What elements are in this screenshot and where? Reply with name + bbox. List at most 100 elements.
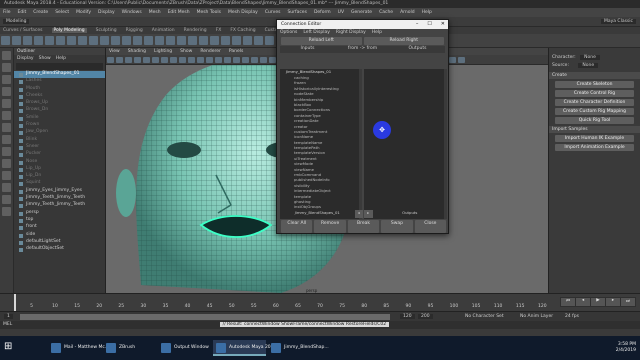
attribute-item[interactable]: instObjGroups [280, 204, 362, 209]
shelf-tool-icon[interactable] [155, 36, 164, 45]
hik-section-header[interactable]: Create [549, 72, 640, 79]
viewport-tool-icon[interactable] [143, 57, 150, 63]
shelf-tab-poly-modeling[interactable]: Poly Modeling [51, 28, 87, 33]
shelf-tool-icon[interactable] [177, 36, 186, 45]
range-start-field[interactable]: 1 [4, 314, 13, 319]
shelf-tool-icon[interactable] [45, 36, 54, 45]
script-language-label[interactable]: MEL [3, 322, 12, 327]
shelf-tool-icon[interactable] [265, 36, 274, 45]
menu-display[interactable]: Display [98, 10, 115, 15]
tool-icon[interactable] [2, 159, 11, 168]
shelf-tool-icon[interactable] [232, 36, 241, 45]
viewport-menu-item[interactable]: Renderer [200, 49, 221, 54]
menu-select[interactable]: Select [55, 10, 69, 15]
viewport-tool-icon[interactable] [269, 57, 276, 63]
tool-icon[interactable] [2, 99, 11, 108]
connection-clear-all-button[interactable]: Clear All [281, 220, 313, 233]
viewport-tool-icon[interactable] [170, 57, 177, 63]
viewport-tool-icon[interactable] [215, 57, 222, 63]
command-line[interactable]: MEL // Result: connectWindow ShowFrame/c… [0, 321, 640, 329]
shelf-tool-icon[interactable] [188, 36, 197, 45]
hik-button-quick-rig-tool[interactable]: Quick Rig Tool [555, 117, 634, 124]
taskbar-item[interactable]: Output Window [158, 340, 211, 356]
start-icon[interactable]: ⊞ [4, 341, 12, 352]
shelf-tool-icon[interactable] [210, 36, 219, 45]
viewport-tool-icon[interactable] [116, 57, 123, 63]
tool-icon[interactable] [2, 63, 11, 72]
hik-button-create-character-definition[interactable]: Create Character Definition [555, 99, 634, 106]
viewport-tool-icon[interactable] [197, 57, 204, 63]
taskbar-item[interactable]: Jimmy_BlendShap... [268, 340, 329, 356]
shelf-tool-icon[interactable] [78, 36, 87, 45]
left-list-scrollbar[interactable] [359, 69, 362, 219]
character-set-dropdown[interactable]: No Character Set [465, 314, 504, 319]
connection-editor-titlebar[interactable]: Connection Editor – ☐ ✕ [277, 20, 448, 29]
menu-mesh[interactable]: Mesh [149, 10, 161, 15]
tool-icon[interactable] [2, 75, 11, 84]
outliner-menu-item[interactable]: Show [39, 56, 51, 61]
shelf-tab-fx[interactable]: FX [216, 28, 222, 33]
mode-header[interactable]: from -> from [335, 46, 390, 53]
shelf-tool-icon[interactable] [144, 36, 153, 45]
arrow-left-icon[interactable]: ◂ [354, 210, 363, 218]
arrow-right-icon[interactable]: ▸ [364, 210, 373, 218]
viewport-tool-icon[interactable] [134, 57, 141, 63]
menu-edit[interactable]: Edit [18, 10, 27, 15]
reload-left-button[interactable]: Reload Left [281, 37, 362, 45]
fast-forward-icon[interactable]: ⏭ [621, 298, 635, 306]
tool-icon[interactable] [2, 147, 11, 156]
shelf-tool-icon[interactable] [23, 36, 32, 45]
minimize-icon[interactable]: – [416, 21, 419, 27]
close-icon[interactable]: ✕ [441, 21, 445, 27]
menu-file[interactable]: File [3, 10, 11, 15]
viewport-tool-icon[interactable] [206, 57, 213, 63]
outliner-item[interactable]: Blink [14, 137, 105, 144]
tool-icon[interactable] [2, 123, 11, 132]
viewport-tool-icon[interactable] [152, 57, 159, 63]
menu-surfaces[interactable]: Surfaces [287, 10, 307, 15]
menu-generate[interactable]: Generate [351, 10, 372, 15]
tool-icon[interactable] [2, 183, 11, 192]
anim-end-field[interactable]: 200 [418, 314, 433, 319]
connection-swap-button[interactable]: Swap [381, 220, 413, 233]
shelf-tool-icon[interactable] [12, 36, 21, 45]
hik-section-header[interactable]: Import Samples [549, 126, 640, 133]
step-forward-icon[interactable]: ▸ [606, 298, 620, 306]
outliner-item[interactable]: defaultObjectSet [14, 246, 105, 253]
outliner-item[interactable]: Jaw_Open [14, 129, 105, 136]
viewport-menu-item[interactable]: Lighting [154, 49, 172, 54]
menu-uv[interactable]: UV [338, 10, 344, 15]
outliner-item[interactable]: Squint [14, 180, 105, 187]
connection-editor-menu-item[interactable]: Right Display [336, 30, 366, 35]
connection-editor-menu-item[interactable]: Help [372, 30, 382, 35]
viewport-tool-icon[interactable] [242, 57, 249, 63]
shelf-tool-icon[interactable] [221, 36, 230, 45]
hik-button-import-human-ik-example[interactable]: Import Human IK Example [555, 135, 634, 142]
outliner-item[interactable]: Pucker [14, 151, 105, 158]
shelf-tab-sculpting[interactable]: Sculpting [96, 28, 117, 33]
menu-help[interactable]: Help [422, 10, 432, 15]
left-attribute-list[interactable]: Jimmy_BlendShapes_01 caching frozen isHist… [280, 69, 362, 219]
maximize-icon[interactable]: ☐ [427, 21, 431, 27]
viewport-tool-icon[interactable] [251, 57, 258, 63]
shelf-tool-icon[interactable] [254, 36, 263, 45]
menu-windows[interactable]: Windows [122, 10, 142, 15]
viewport-menu-item[interactable]: Shading [128, 49, 146, 54]
menu-curves[interactable]: Curves [265, 10, 281, 15]
viewport-tool-icon[interactable] [188, 57, 195, 63]
viewport-tool-icon[interactable] [179, 57, 186, 63]
viewport-tool-icon[interactable] [233, 57, 240, 63]
viewport-tool-icon[interactable] [125, 57, 132, 63]
outliner-item[interactable]: Lashes [14, 78, 105, 85]
outliner-item[interactable]: Mouth [14, 86, 105, 93]
mode-dropdown[interactable]: Modeling [3, 19, 30, 24]
connection-break-button[interactable]: Break [347, 220, 380, 233]
hik-button-create-skeleton[interactable]: Create Skeleton [555, 81, 634, 88]
tool-icon[interactable] [2, 87, 11, 96]
connection-remove-button[interactable]: Remove [314, 220, 346, 233]
outliner-item[interactable]: Jimmy_Teeth_Jimmy_Teeth [14, 202, 105, 209]
shelf-tool-icon[interactable] [56, 36, 65, 45]
viewport-menu-item[interactable]: Panels [229, 49, 243, 54]
viewport-tool-icon[interactable] [260, 57, 267, 63]
menu-cache[interactable]: Cache [379, 10, 393, 15]
